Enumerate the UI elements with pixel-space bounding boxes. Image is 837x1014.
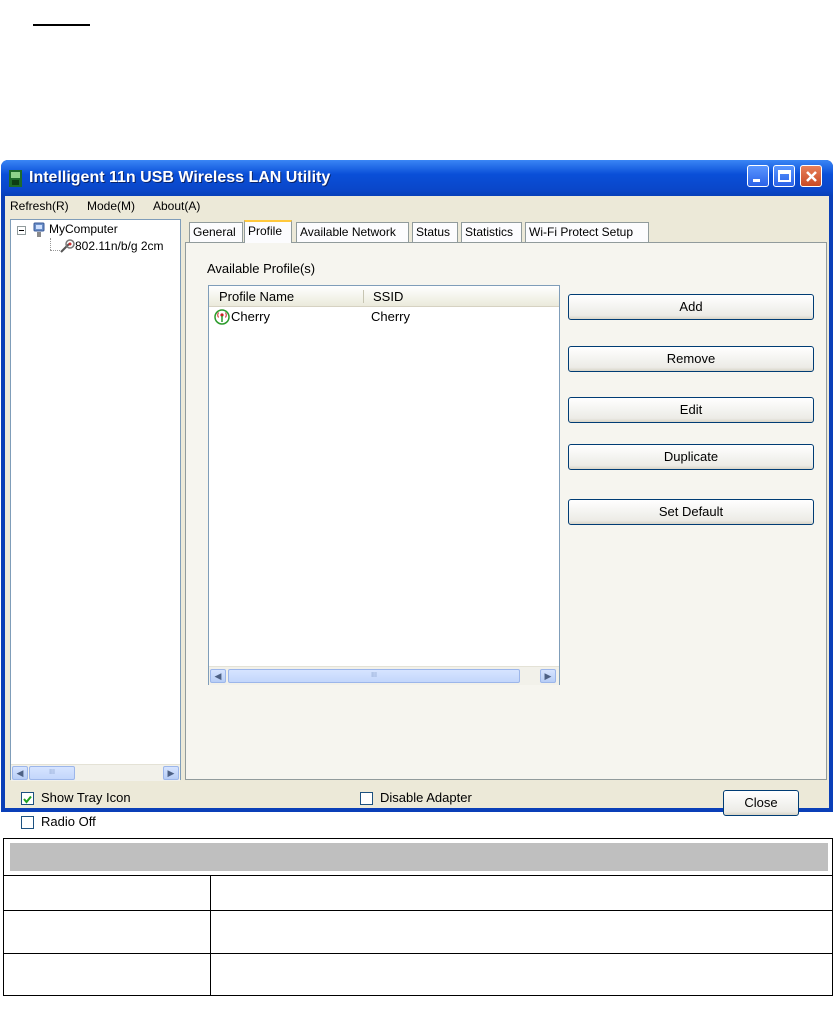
client-area: Refresh(R) Mode(M) About(A) MyComputer 8… xyxy=(5,196,829,829)
tab-general[interactable]: General xyxy=(189,222,243,242)
show-tray-icon-label[interactable]: Show Tray Icon xyxy=(41,790,131,805)
scroll-right-icon[interactable]: ▶ xyxy=(163,766,179,780)
checkmark-icon xyxy=(23,795,32,804)
profile-row[interactable]: Cherry Cherry xyxy=(211,308,557,326)
list-scroll-thumb[interactable]: III xyxy=(228,669,520,683)
disable-adapter-label[interactable]: Disable Adapter xyxy=(380,790,472,805)
column-ssid[interactable]: SSID xyxy=(373,289,403,304)
wireless-profile-icon xyxy=(214,309,230,325)
window-title: Intelligent 11n USB Wireless LAN Utility xyxy=(29,169,331,186)
set-default-button[interactable]: Set Default xyxy=(568,499,814,525)
edit-button[interactable]: Edit xyxy=(568,397,814,423)
close-icon[interactable] xyxy=(800,165,822,187)
show-tray-icon-checkbox[interactable] xyxy=(21,792,34,805)
remove-button[interactable]: Remove xyxy=(568,346,814,372)
radio-off-label[interactable]: Radio Off xyxy=(41,814,96,829)
tree-collapse-icon[interactable] xyxy=(17,226,26,235)
tab-wifi-protect-setup[interactable]: Wi-Fi Protect Setup xyxy=(525,222,649,242)
tree-connector xyxy=(50,238,51,250)
list-scroll-left-icon[interactable]: ◀ xyxy=(210,669,226,683)
menu-refresh[interactable]: Refresh(R) xyxy=(10,199,69,213)
tab-status[interactable]: Status xyxy=(412,222,458,242)
computer-icon xyxy=(33,222,45,237)
column-divider[interactable] xyxy=(363,290,364,303)
table-cell xyxy=(3,910,211,954)
close-button[interactable]: Close xyxy=(723,790,799,816)
tree-adapter-label[interactable]: 802.11n/b/g 2cm xyxy=(75,239,164,253)
title-bar: Intelligent 11n USB Wireless LAN Utility xyxy=(1,160,833,196)
maximize-icon[interactable] xyxy=(773,165,795,187)
table-header-row xyxy=(3,838,833,876)
available-profiles-label: Available Profile(s) xyxy=(207,261,316,276)
table-cell xyxy=(210,910,833,954)
scroll-left-icon[interactable]: ◀ xyxy=(12,766,28,780)
table-cell xyxy=(210,953,833,996)
minimize-icon[interactable] xyxy=(747,165,769,187)
menu-bar: Refresh(R) Mode(M) About(A) xyxy=(5,196,829,216)
description-table xyxy=(3,838,833,996)
profile-ssid-cell: Cherry xyxy=(371,309,411,324)
profile-name-cell: Cherry xyxy=(231,309,271,324)
profile-list-header: Profile Name SSID xyxy=(209,286,559,307)
profile-panel: Available Profile(s) Profile Name SSID C… xyxy=(185,242,827,780)
tree-root-label[interactable]: MyComputer xyxy=(49,222,118,236)
tree-horizontal-scrollbar[interactable]: ◀ III ▶ xyxy=(11,764,180,781)
adapter-icon xyxy=(60,239,75,253)
table-cell xyxy=(3,875,211,911)
tab-statistics[interactable]: Statistics xyxy=(461,222,522,242)
app-icon xyxy=(9,170,22,187)
menu-about[interactable]: About(A) xyxy=(153,199,200,213)
disable-adapter-checkbox[interactable] xyxy=(360,792,373,805)
tab-available-network[interactable]: Available Network xyxy=(296,222,409,242)
profile-list[interactable]: Profile Name SSID Cherry Cherry ◀ III ▶ xyxy=(208,285,560,685)
add-button[interactable]: Add xyxy=(568,294,814,320)
radio-off-checkbox[interactable] xyxy=(21,816,34,829)
utility-window: Intelligent 11n USB Wireless LAN Utility… xyxy=(1,160,833,829)
table-header-shading xyxy=(10,843,828,871)
table-cell xyxy=(210,875,833,911)
table-cell xyxy=(3,953,211,996)
heading-underline xyxy=(33,24,90,26)
profile-list-horizontal-scrollbar[interactable]: ◀ III ▶ xyxy=(209,666,559,685)
column-profile-name[interactable]: Profile Name xyxy=(219,289,294,304)
device-tree[interactable]: MyComputer 802.11n/b/g 2cm ◀ III ▶ xyxy=(10,219,181,781)
menu-mode[interactable]: Mode(M) xyxy=(87,199,135,213)
scroll-thumb[interactable]: III xyxy=(29,766,75,780)
tab-profile[interactable]: Profile xyxy=(244,220,292,243)
duplicate-button[interactable]: Duplicate xyxy=(568,444,814,470)
list-scroll-right-icon[interactable]: ▶ xyxy=(540,669,556,683)
